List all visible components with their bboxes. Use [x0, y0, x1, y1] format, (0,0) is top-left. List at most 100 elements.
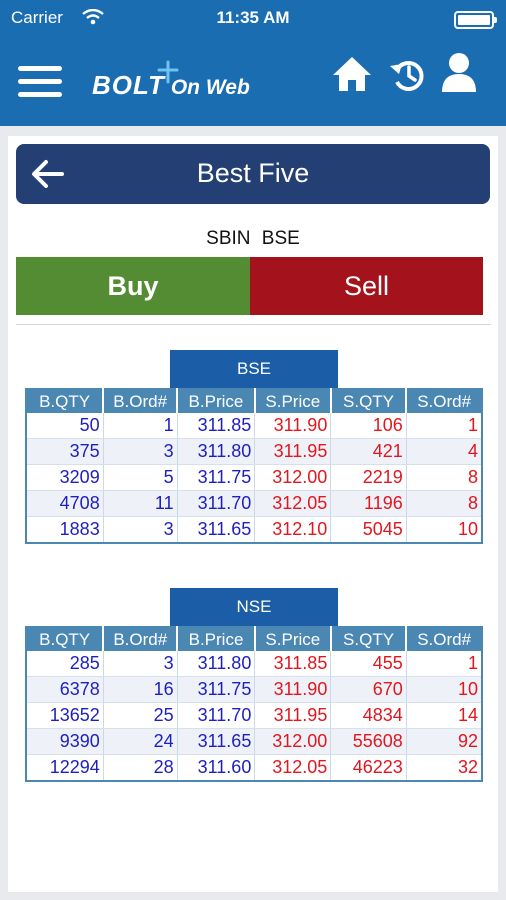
- table-row: 375 3 311.80 311.95 421 4: [26, 438, 483, 465]
- table-cell: 55608: [330, 728, 407, 755]
- column-header: S.Ord#: [406, 627, 482, 651]
- table-cell: 8: [406, 464, 483, 491]
- table-cell: 6378: [26, 676, 104, 703]
- table-cell: 311.75: [177, 676, 256, 703]
- table-cell: 455: [330, 651, 407, 677]
- table-cell: 311.95: [254, 438, 332, 465]
- table-cell: 311.90: [254, 413, 332, 439]
- table-cell: 46223: [330, 754, 407, 782]
- table-cell: 106: [330, 413, 407, 439]
- column-header: S.QTY: [330, 389, 408, 413]
- column-header: B.Price: [177, 389, 256, 413]
- table-cell: 32: [406, 754, 483, 782]
- home-icon[interactable]: [330, 54, 374, 94]
- table-cell: 11: [103, 490, 178, 517]
- column-header: B.QTY: [26, 627, 105, 651]
- table-cell: 8: [406, 490, 483, 517]
- table-row: 1883 3 311.65 312.10 5045 10: [26, 516, 483, 544]
- table-row: 3209 5 311.75 312.00 2219 8: [26, 464, 483, 491]
- buy-button[interactable]: Buy: [16, 257, 250, 315]
- table-cell: 24: [103, 728, 178, 755]
- logo-onweb-text: On Web: [170, 76, 250, 99]
- table-cell: 10: [406, 516, 483, 544]
- table-cell: 312.05: [254, 490, 332, 517]
- app-top-bar: Carrier 11:35 AM BOLT On Web: [0, 0, 506, 126]
- table-cell: 4: [406, 438, 483, 465]
- table-cell: 3: [103, 516, 178, 544]
- table-cell: 1883: [26, 516, 104, 544]
- table-cell: 311.75: [177, 464, 256, 491]
- table-cell: 5045: [330, 516, 407, 544]
- table-cell: 312.00: [254, 464, 332, 491]
- table-cell: 311.85: [177, 413, 256, 439]
- table-cell: 92: [406, 728, 483, 755]
- table-header-row: B.QTY B.Ord# B.Price S.Price S.QTY S.Ord#: [26, 389, 482, 413]
- table-cell: 311.90: [254, 676, 332, 703]
- history-icon[interactable]: [388, 56, 428, 94]
- table-cell: 285: [26, 651, 104, 677]
- table-cell: 25: [103, 702, 178, 729]
- app-logo: BOLT On Web: [92, 60, 250, 101]
- table-cell: 311.80: [177, 438, 256, 465]
- table-cell: 1196: [330, 490, 407, 517]
- column-header: B.Ord#: [103, 389, 179, 413]
- bse-depth-table: B.QTY B.Ord# B.Price S.Price S.QTY S.Ord# 50 1…: [25, 388, 483, 544]
- menu-icon[interactable]: [18, 66, 62, 100]
- table-row: 4708 11 311.70 312.05 1196 8: [26, 490, 483, 517]
- table-cell: 12294: [26, 754, 104, 782]
- table-cell: 2219: [330, 464, 407, 491]
- table-cell: 311.70: [177, 702, 256, 729]
- table-cell: 50: [26, 413, 104, 439]
- table-cell: 670: [330, 676, 407, 703]
- logo-cross-mark: [157, 60, 179, 84]
- column-header: S.QTY: [330, 627, 408, 651]
- table-cell: 312.00: [254, 728, 332, 755]
- table-cell: 312.10: [254, 516, 332, 544]
- logo-bolt-text: BOLT: [92, 70, 165, 100]
- table-cell: 1: [103, 413, 178, 439]
- status-time: 11:35 AM: [216, 8, 290, 27]
- table-cell: 1: [406, 413, 483, 439]
- user-icon[interactable]: [440, 52, 478, 94]
- table-row: 50 1 311.85 311.90 106 1: [26, 413, 483, 439]
- table-cell: 375: [26, 438, 104, 465]
- table-cell: 14: [406, 702, 483, 729]
- table-cell: 311.65: [177, 728, 256, 755]
- table-cell: 1: [406, 651, 483, 677]
- table-header-row: B.QTY B.Ord# B.Price S.Price S.QTY S.Ord#: [26, 627, 482, 651]
- table-cell: 3: [103, 651, 178, 677]
- table-cell: 311.65: [177, 516, 256, 544]
- table-row: 13652 25 311.70 311.95 4834 14: [26, 702, 483, 729]
- table-row: 6378 16 311.75 311.90 670 10: [26, 676, 483, 703]
- table-cell: 4834: [330, 702, 407, 729]
- best-five-panel: Best Five SBIN BSE Buy Sell BSE B.QTY B.O…: [8, 136, 498, 892]
- column-header: B.Ord#: [103, 627, 179, 651]
- symbol-label: SBIN BSE: [8, 228, 498, 250]
- table-cell: 311.80: [177, 651, 256, 677]
- column-header: S.Price: [254, 627, 332, 651]
- table-row: 9390 24 311.65 312.00 55608 92: [26, 728, 483, 755]
- table-cell: 3: [103, 438, 178, 465]
- sell-button[interactable]: Sell: [250, 257, 483, 315]
- table-row: 12294 28 311.60 312.05 46223 32: [26, 754, 483, 782]
- table-cell: 421: [330, 438, 407, 465]
- table-cell: 3209: [26, 464, 104, 491]
- table-cell: 311.70: [177, 490, 256, 517]
- column-header: B.QTY: [26, 389, 105, 413]
- column-header: S.Ord#: [406, 389, 482, 413]
- divider: [16, 324, 491, 325]
- nse-depth-table: B.QTY B.Ord# B.Price S.Price S.QTY S.Ord# 285…: [25, 626, 483, 782]
- column-header: S.Price: [254, 389, 332, 413]
- bse-exchange-label: BSE: [170, 350, 338, 388]
- table-cell: 311.60: [177, 754, 256, 782]
- battery-icon: [454, 11, 497, 29]
- symbol-name: SBIN: [206, 228, 251, 249]
- table-cell: 312.05: [254, 754, 332, 782]
- table-cell: 9390: [26, 728, 104, 755]
- table-cell: 311.95: [254, 702, 332, 729]
- status-bar: Carrier 11:35 AM: [0, 6, 506, 30]
- table-cell: 10: [406, 676, 483, 703]
- table-cell: 5: [103, 464, 178, 491]
- table-cell: 13652: [26, 702, 104, 729]
- page-header: Best Five: [16, 144, 490, 204]
